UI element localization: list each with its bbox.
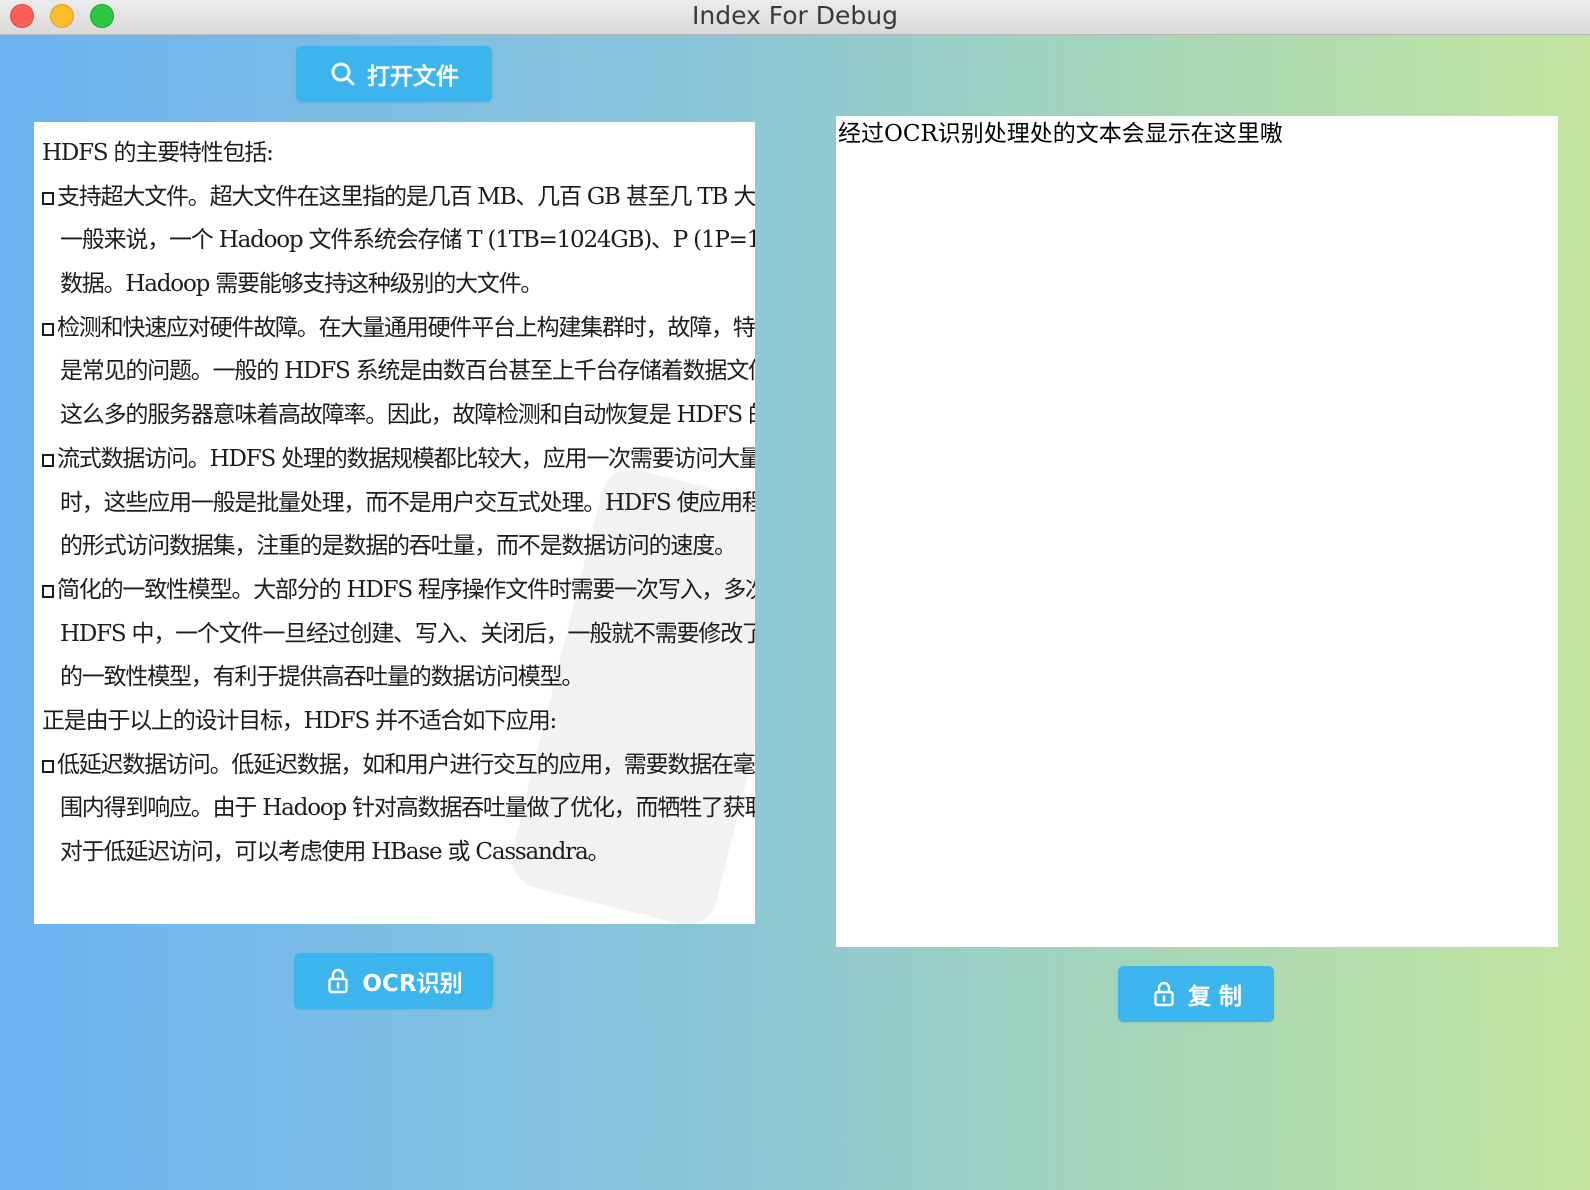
document-text-line: 时，这些应用一般是批量处理，而不是用户交互式处理。HDFS 使应用程序能够以流 [60, 489, 755, 516]
ocr-recognize-button[interactable]: OCR识别 [294, 953, 493, 1009]
app-window: Index For Debug 打开文件 HDFS 的主要特性包括: 支持超大文件… [0, 0, 1590, 1190]
copy-button[interactable]: 复 制 [1118, 966, 1274, 1022]
copy-label: 复 制 [1187, 984, 1242, 1010]
document-text-line: 正是由于以上的设计目标，HDFS 并不适合如下应用: [42, 707, 557, 734]
ocr-recognize-label: OCR识别 [362, 971, 463, 997]
document-text-line: 一般来说，一个 Hadoop 文件系统会存储 T (1TB=1024GB)、P … [60, 227, 755, 254]
open-file-button[interactable]: 打开文件 [296, 46, 492, 102]
document-text-line: 数据。Hadoop 需要能够支持这种级别的大文件。 [60, 271, 543, 298]
title-bar: Index For Debug [0, 0, 1590, 35]
document-text-line: HDFS 的主要特性包括: [42, 140, 274, 166]
document-text-line: 支持超大文件。超大文件在这里指的是几百 MB、几百 GB 甚至几 TB 大小的文… [42, 176, 755, 220]
document-text-line: 流式数据访问。HDFS 处理的数据规模都比较大，应用一次需要访问大量的数据。同 [42, 438, 755, 482]
document-text-line: 检测和快速应对硬件故障。在大量通用硬件平台上构建集群时，故障，特别是硬件故障 [42, 307, 755, 351]
document-text-line: HDFS 中，一个文件一旦经过创建、写入、关闭后，一般就不需要修改了。这样简单 [60, 620, 755, 647]
document-text-line: 的一致性模型，有利于提供高吞吐量的数据访问模型。 [60, 664, 584, 691]
document-text-line: 低延迟数据访问。低延迟数据，如和用户进行交互的应用，需要数据在毫秒或秒的范 [42, 744, 755, 788]
document-text-line: 这么多的服务器意味着高故障率。因此，故障检测和自动恢复是 HDFS 的一个设计目… [60, 402, 755, 429]
document-text-line: 是常见的问题。一般的 HDFS 系统是由数百台甚至上千台存储着数据文件的服务器组… [60, 358, 755, 385]
window-title: Index For Debug [692, 1, 898, 30]
lock-icon [324, 967, 352, 995]
document-text-line: 围内得到响应。由于 Hadoop 针对高数据吞吐量做了优化，而牺牲了获取数据的延… [60, 795, 755, 822]
ocr-result-text: 经过OCR识别处理处的文本会显示在这里嗷 [838, 121, 1283, 147]
lock-icon [1150, 980, 1178, 1008]
open-file-label: 打开文件 [367, 64, 459, 90]
document-text-line: 简化的一致性模型。大部分的 HDFS 程序操作文件时需要一次写入，多次读取。在 [42, 569, 755, 613]
ocr-result-textarea[interactable]: 经过OCR识别处理处的文本会显示在这里嗷 [836, 116, 1558, 947]
search-icon [329, 60, 357, 88]
document-text-line: 对于低延迟访问，可以考虑使用 HBase 或 Cassandra。 [60, 839, 610, 865]
document-text-line: 的形式访问数据集，注重的是数据的吞吐量，而不是数据访问的速度。 [60, 533, 737, 560]
source-document-image: HDFS 的主要特性包括: 支持超大文件。超大文件在这里指的是几百 MB、几百 G… [34, 122, 755, 924]
